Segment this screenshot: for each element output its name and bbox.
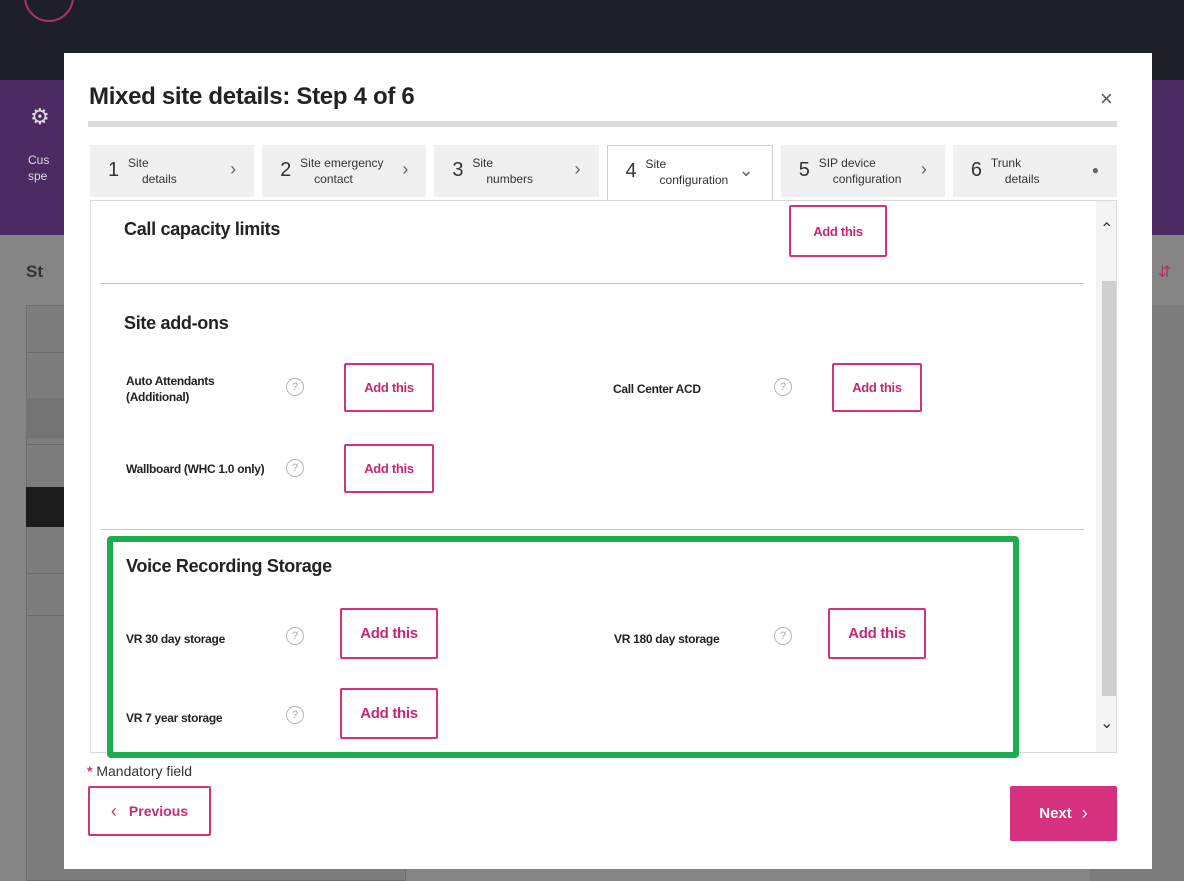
modal-title: Mixed site details: Step 4 of 6	[89, 83, 415, 110]
step-tab-site-numbers[interactable]: 3 Site numbers ›	[434, 145, 599, 197]
step-number: 4	[625, 160, 637, 182]
step-label: SIP device configuration	[818, 156, 902, 186]
step-tab-trunk-details[interactable]: 6 Trunk details ●	[952, 145, 1118, 197]
step-label: Trunk details	[990, 156, 1040, 186]
step-tab-site-configuration[interactable]: 4 Site configuration ⌄	[606, 145, 773, 201]
chevron-right-icon: ›	[574, 159, 581, 179]
step-number: 5	[798, 159, 810, 181]
chevron-right-icon: ›	[1081, 803, 1088, 823]
step-label: Site numbers	[472, 156, 534, 186]
add-call-capacity-button[interactable]: Add this	[789, 205, 887, 257]
highlight-box	[107, 536, 1019, 758]
step-number: 6	[970, 159, 982, 181]
auto-attendants-label: Auto Attendants (Additional)	[126, 374, 215, 404]
section-divider	[101, 283, 1084, 284]
step-number: 2	[280, 159, 292, 181]
next-button[interactable]: Next ›	[1010, 786, 1117, 841]
chevron-left-icon: ‹	[110, 800, 117, 821]
background-gear-icon: ⚙	[30, 104, 50, 129]
chevron-down-icon: ⌄	[738, 160, 754, 180]
scrollbar-thumb[interactable]	[1102, 281, 1116, 696]
background-section-title: St	[26, 262, 43, 281]
help-icon[interactable]: ?	[286, 459, 304, 477]
site-addons-title: Site add-ons	[124, 313, 229, 333]
step-tab-site-details[interactable]: 1 Site details ›	[90, 145, 255, 197]
chevron-right-icon: ›	[402, 159, 409, 179]
step-tab-site-emergency-contact[interactable]: 2 Site emergency contact ›	[262, 145, 427, 197]
step-number: 1	[108, 159, 120, 181]
mandatory-field-note: * Mandatory field	[87, 763, 193, 779]
background-side-text: Cus spe	[28, 153, 50, 183]
add-wallboard-button[interactable]: Add this	[344, 444, 434, 493]
background-export-icon: ⇵	[1158, 264, 1172, 281]
call-center-acd-label: Call Center ACD	[613, 382, 701, 396]
dot-icon: ●	[1091, 163, 1100, 177]
step-label: Site details	[128, 156, 177, 186]
title-divider	[88, 121, 1117, 127]
step-label: Site configuration	[645, 157, 729, 187]
wallboard-label: Wallboard (WHC 1.0 only)	[126, 462, 265, 476]
help-icon[interactable]: ?	[286, 378, 304, 396]
step-tabs: 1 Site details › 2 Site emergency contact …	[90, 145, 1118, 201]
previous-button[interactable]: ‹ Previous	[88, 786, 211, 836]
chevron-up-icon[interactable]: ⌃	[1100, 219, 1113, 239]
scrollbar[interactable]: ⌃ ⌄	[1096, 201, 1116, 752]
step-tab-sip-device-configuration[interactable]: 5 SIP device configuration ›	[780, 145, 945, 197]
chevron-down-icon[interactable]: ⌄	[1100, 713, 1113, 733]
section-divider	[101, 529, 1084, 530]
step-label: Site emergency contact	[300, 156, 384, 186]
help-icon[interactable]: ?	[774, 378, 792, 396]
chevron-right-icon: ›	[230, 159, 237, 179]
chevron-right-icon: ›	[920, 159, 927, 179]
required-star: *	[87, 763, 93, 779]
add-call-center-acd-button[interactable]: Add this	[832, 363, 922, 412]
add-auto-attendants-button[interactable]: Add this	[344, 363, 434, 412]
step-number: 3	[452, 159, 464, 181]
call-capacity-title: Call capacity limits	[124, 219, 281, 239]
close-icon[interactable]: ×	[1100, 88, 1113, 110]
